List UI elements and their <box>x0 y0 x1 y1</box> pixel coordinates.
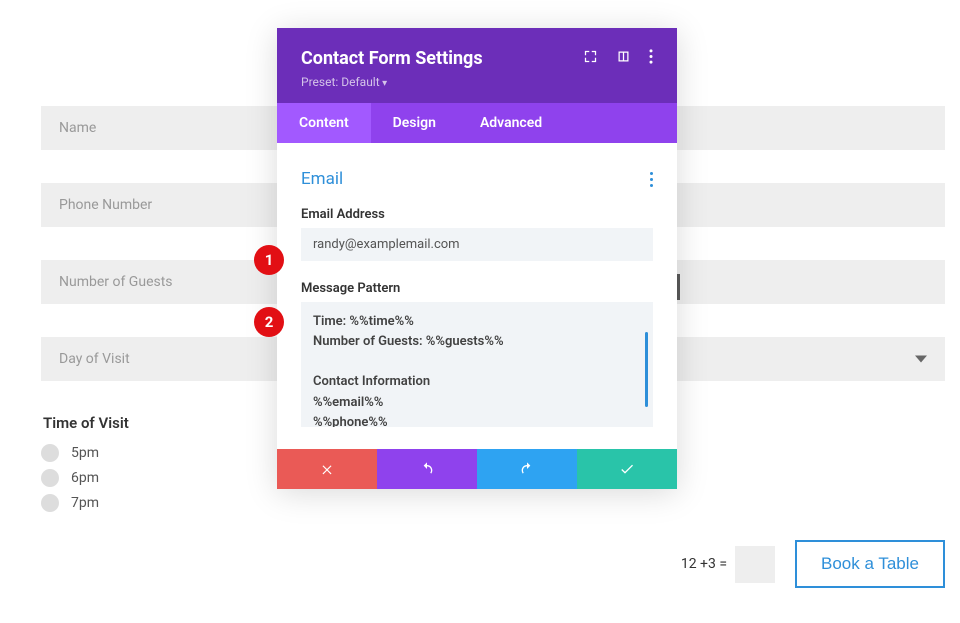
modal-title: Contact Form Settings <box>301 48 483 69</box>
close-button[interactable] <box>277 449 377 489</box>
modal-tabs: Content Design Advanced <box>277 103 677 143</box>
expand-icon[interactable] <box>583 49 598 68</box>
name-placeholder: Name <box>59 120 96 136</box>
undo-icon <box>419 461 435 477</box>
radio-item-7pm[interactable]: 7pm <box>41 494 945 512</box>
tab-content[interactable]: Content <box>277 103 371 143</box>
radio-label: 6pm <box>71 470 99 486</box>
day-placeholder: Day of Visit <box>59 351 130 367</box>
radio-icon <box>41 469 59 487</box>
scrollbar-thumb[interactable] <box>645 332 648 407</box>
section-title-email[interactable]: Email <box>301 169 343 189</box>
message-pattern-textarea[interactable] <box>301 302 653 427</box>
phone-placeholder: Phone Number <box>59 197 152 213</box>
captcha-input[interactable] <box>735 546 775 583</box>
tab-design[interactable]: Design <box>371 103 458 143</box>
message-pattern-label: Message Pattern <box>301 281 653 296</box>
guests-placeholder: Number of Guests <box>59 274 173 290</box>
layout-icon[interactable] <box>616 49 631 68</box>
preset-dropdown[interactable]: Preset: Default <box>301 75 653 89</box>
annotation-badge-2: 2 <box>254 307 284 337</box>
modal-footer <box>277 449 677 489</box>
section-options-icon[interactable] <box>650 172 653 187</box>
modal-header: Contact Form Settings Preset: Default <box>277 28 677 103</box>
annotation-badge-1: 1 <box>254 245 284 275</box>
captcha-question: 12 +3 = <box>681 556 727 572</box>
close-icon <box>320 462 334 476</box>
more-icon[interactable] <box>649 49 653 68</box>
email-address-input[interactable] <box>301 228 653 261</box>
email-address-label: Email Address <box>301 207 653 222</box>
modal-body: Email Email Address Message Pattern <box>277 143 677 449</box>
radio-icon <box>41 444 59 462</box>
redo-button[interactable] <box>477 449 577 489</box>
redo-icon <box>519 461 535 477</box>
save-button[interactable] <box>577 449 677 489</box>
settings-modal: Contact Form Settings Preset: Default Co… <box>277 28 677 489</box>
radio-icon <box>41 494 59 512</box>
submit-button[interactable]: Book a Table <box>795 540 945 588</box>
modal-header-icons <box>583 49 653 68</box>
radio-label: 7pm <box>71 495 99 511</box>
undo-button[interactable] <box>377 449 477 489</box>
tab-advanced[interactable]: Advanced <box>458 103 564 143</box>
check-icon <box>619 461 635 477</box>
radio-label: 5pm <box>71 445 99 461</box>
bottom-row: 12 +3 = Book a Table <box>681 540 945 588</box>
